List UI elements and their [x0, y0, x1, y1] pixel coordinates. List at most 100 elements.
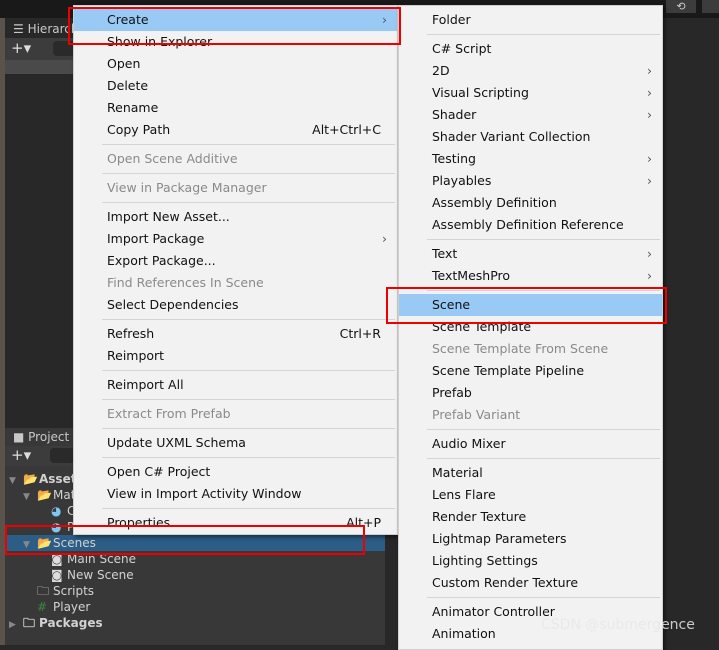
menu-separator [399, 31, 662, 38]
chevron-right-icon: › [382, 231, 387, 246]
menu-item-label: Lens Flare [432, 487, 496, 502]
menu-item-label: Folder [432, 12, 471, 27]
menu-item-label: Extract From Prefab [107, 406, 231, 421]
menu-item-2d[interactable]: 2D › [399, 60, 662, 82]
menu-item-export-package[interactable]: Export Package... [74, 250, 397, 272]
menu-separator [399, 236, 662, 243]
menu-item-label: Refresh [107, 326, 155, 341]
menu-item-label: Reimport [107, 348, 165, 363]
menu-item-open-c-project[interactable]: Open C# Project [74, 461, 397, 483]
menu-item-select-dependencies[interactable]: Select Dependencies [74, 294, 397, 316]
chevron-right-icon: › [647, 246, 652, 261]
tree-item-label: Scripts [53, 584, 95, 598]
menu-item-reimport[interactable]: Reimport [74, 345, 397, 367]
annotation-box-create [68, 7, 401, 45]
menu-separator [74, 505, 397, 512]
chevron-right-icon: › [647, 107, 652, 122]
menu-item-delete[interactable]: Delete [74, 75, 397, 97]
menu-item-view-in-import-activity-window[interactable]: View in Import Activity Window [74, 483, 397, 505]
menu-item-audio-mixer[interactable]: Audio Mixer [399, 433, 662, 455]
menu-item-label: Shader [432, 107, 477, 122]
menu-item-reimport-all[interactable]: Reimport All [74, 374, 397, 396]
menu-item-label: Lightmap Parameters [432, 531, 567, 546]
menu-item-folder[interactable]: Folder [399, 9, 662, 31]
tab-label: Project [28, 430, 70, 444]
collapse-arrow-icon[interactable]: ▶ [9, 617, 23, 633]
menu-item-label: TextMeshPro [432, 268, 511, 283]
menu-item-prefab[interactable]: Prefab [399, 382, 662, 404]
context-menu: Create › Show in Explorer Open Delete Rename C… [73, 5, 398, 535]
menu-item-label: View in Package Manager [107, 180, 267, 195]
menu-item-label: Copy Path [107, 122, 171, 137]
menu-item-label: Text [432, 246, 458, 261]
menu-item-label: View in Import Activity Window [107, 486, 302, 501]
menu-item-playables[interactable]: Playables › [399, 170, 662, 192]
folder-open-icon: 📂 [23, 472, 38, 486]
folder-open-icon: 📂 [37, 488, 52, 502]
menu-item-shader[interactable]: Shader › [399, 104, 662, 126]
menu-item-assembly-definition[interactable]: Assembly Definition [399, 192, 662, 214]
menu-item-open-scene-additive: Open Scene Additive [74, 148, 397, 170]
menu-item-copy-path[interactable]: Copy Path Alt+Ctrl+C [74, 119, 397, 141]
menu-separator [399, 594, 662, 601]
menu-item-custom-render-texture[interactable]: Custom Render Texture [399, 572, 662, 594]
menu-item-extract-from-prefab: Extract From Prefab [74, 403, 397, 425]
menu-item-label: Prefab Variant [432, 407, 521, 422]
tree-item-label: New Scene [67, 568, 134, 582]
menu-separator [74, 425, 397, 432]
tree-item-player[interactable]: # Player [5, 599, 385, 615]
menu-item-import-package[interactable]: Import Package › [74, 228, 397, 250]
menu-item-shortcut: Ctrl+R [339, 326, 381, 341]
menu-item-label: Import New Asset... [107, 209, 230, 224]
tree-item-label: Player [53, 600, 91, 614]
chevron-right-icon: › [647, 85, 652, 100]
add-button[interactable]: +▾ [11, 39, 31, 57]
tree-item-new-scene[interactable]: ◙ New Scene [5, 567, 385, 583]
menu-item-text[interactable]: Text › [399, 243, 662, 265]
menu-separator [74, 367, 397, 374]
menu-item-label: Scene Template Pipeline [432, 363, 585, 378]
menu-item-refresh[interactable]: Refresh Ctrl+R [74, 323, 397, 345]
menu-item-label: Animation [432, 626, 496, 641]
menu-item-visual-scripting[interactable]: Visual Scripting › [399, 82, 662, 104]
material-icon: ◕ [51, 504, 62, 518]
menu-item-material[interactable]: Material [399, 462, 662, 484]
tree-item-scripts[interactable]: 🗀 Scripts [5, 583, 385, 599]
menu-item-scene-template-pipeline[interactable]: Scene Template Pipeline [399, 360, 662, 382]
menu-item-render-texture[interactable]: Render Texture [399, 506, 662, 528]
folder-icon: 🗀 [37, 584, 50, 598]
create-submenu: Folder C# Script 2D › Visual Scripting › Shade… [398, 5, 663, 650]
menu-item-label: Open Scene Additive [107, 151, 238, 166]
menu-item-label: 2D [432, 63, 450, 78]
add-button[interactable]: +▾ [11, 446, 31, 464]
menu-item-label: Testing [432, 151, 476, 166]
menu-item-label: Reimport All [107, 377, 184, 392]
menu-item-label: Audio Mixer [432, 436, 506, 451]
menu-item-open[interactable]: Open [74, 53, 397, 75]
menu-item-testing[interactable]: Testing › [399, 148, 662, 170]
menu-item-lighting-settings[interactable]: Lighting Settings [399, 550, 662, 572]
menu-item-label: Animator Controller [432, 604, 555, 619]
history-icon[interactable]: ⟲ [666, 0, 696, 13]
menu-item-label: Render Texture [432, 509, 527, 524]
menu-item-shortcut: Alt+Ctrl+C [312, 122, 381, 137]
menu-item-import-new-asset[interactable]: Import New Asset... [74, 206, 397, 228]
menu-item-label: Import Package [107, 231, 205, 246]
menu-item-label: Visual Scripting [432, 85, 529, 100]
menu-item-textmeshpro[interactable]: TextMeshPro › [399, 265, 662, 287]
menu-item-label: Update UXML Schema [107, 435, 246, 450]
menu-separator [74, 396, 397, 403]
tab-project[interactable]: ■ Project [13, 430, 69, 444]
menu-item-shader-variant-collection[interactable]: Shader Variant Collection [399, 126, 662, 148]
menu-item-lightmap-parameters[interactable]: Lightmap Parameters [399, 528, 662, 550]
tree-item-packages[interactable]: ▶ 🗀 Packages [5, 615, 385, 631]
menu-item-assembly-definition-reference[interactable]: Assembly Definition Reference [399, 214, 662, 236]
menu-item-label: Custom Render Texture [432, 575, 579, 590]
toolbar-button[interactable] [702, 0, 719, 13]
menu-item-c-script[interactable]: C# Script [399, 38, 662, 60]
menu-item-rename[interactable]: Rename [74, 97, 397, 119]
menu-item-lens-flare[interactable]: Lens Flare [399, 484, 662, 506]
menu-item-label: Open [107, 56, 141, 71]
menu-item-update-uxml-schema[interactable]: Update UXML Schema [74, 432, 397, 454]
menu-item-label: Shader Variant Collection [432, 129, 591, 144]
